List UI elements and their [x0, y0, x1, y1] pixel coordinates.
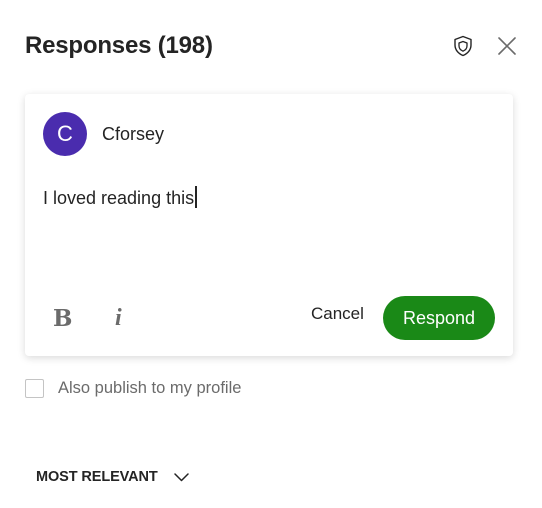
- cancel-button[interactable]: Cancel: [311, 304, 364, 324]
- header-actions: [452, 28, 518, 64]
- response-input[interactable]: I loved reading this: [43, 186, 198, 209]
- chevron-down-icon: [173, 472, 189, 482]
- response-input-value: I loved reading this: [43, 188, 195, 208]
- responses-panel: Responses (198) C Cforsey I loved readin…: [0, 0, 542, 508]
- publish-option: Also publish to my profile: [25, 379, 241, 398]
- publish-checkbox[interactable]: [25, 379, 44, 398]
- responses-header: Responses (198): [25, 28, 518, 64]
- respond-button[interactable]: Respond: [383, 296, 495, 340]
- italic-button[interactable]: i: [115, 303, 122, 333]
- close-icon[interactable]: [496, 35, 518, 57]
- text-caret: [195, 186, 198, 208]
- avatar: C: [43, 112, 87, 156]
- publish-label: Also publish to my profile: [58, 379, 242, 397]
- shield-icon[interactable]: [452, 35, 474, 57]
- page-title: Responses (198): [25, 32, 213, 59]
- bold-button[interactable]: B: [53, 303, 72, 333]
- username: Cforsey: [102, 123, 165, 144]
- sort-dropdown[interactable]: MOST RELEVANT: [36, 469, 189, 485]
- sort-label: MOST RELEVANT: [36, 469, 158, 485]
- response-composer: C Cforsey I loved reading this B i Cance…: [25, 94, 513, 356]
- composer-user: C Cforsey: [43, 112, 164, 156]
